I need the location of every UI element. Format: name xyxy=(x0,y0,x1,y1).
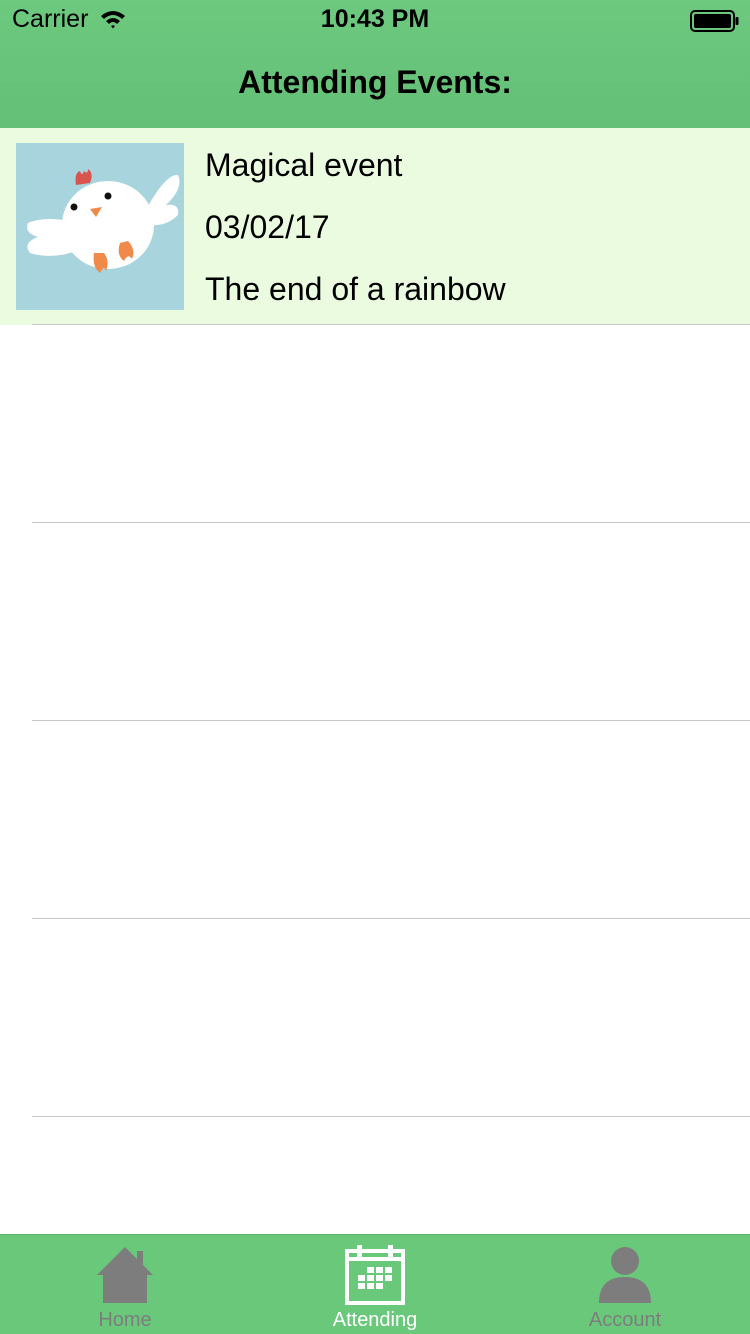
status-bar: Carrier 10:43 PM xyxy=(0,0,750,40)
row-separator xyxy=(32,918,750,919)
header: Carrier 10:43 PM Attending Events: xyxy=(0,0,750,128)
tab-home[interactable]: Home xyxy=(0,1235,250,1334)
home-icon xyxy=(97,1247,153,1303)
calendar-icon xyxy=(345,1245,405,1305)
event-thumbnail xyxy=(16,143,184,310)
person-icon xyxy=(599,1247,651,1303)
tab-attending-label: Attending xyxy=(332,1309,418,1331)
row-separator xyxy=(32,522,750,523)
event-name: Magical event xyxy=(205,147,403,183)
tab-attending[interactable]: Attending xyxy=(250,1235,500,1334)
tab-account-label: Account xyxy=(588,1309,662,1331)
event-row[interactable]: Magical event 03/02/17 The end of a rain… xyxy=(0,128,750,325)
event-location: The end of a rainbow xyxy=(205,271,506,307)
row-separator xyxy=(32,1116,750,1117)
tab-account[interactable]: Account xyxy=(500,1235,750,1334)
row-separator xyxy=(32,720,750,721)
tab-home-label: Home xyxy=(98,1309,152,1331)
event-date: 03/02/17 xyxy=(205,209,330,245)
status-time: 10:43 PM xyxy=(320,5,430,33)
tab-bar: Home Attending Account xyxy=(0,1234,750,1334)
page-title: Attending Events: xyxy=(238,64,512,100)
row-separator xyxy=(32,324,750,325)
bird-icon xyxy=(27,169,180,273)
battery-icon xyxy=(690,10,739,32)
